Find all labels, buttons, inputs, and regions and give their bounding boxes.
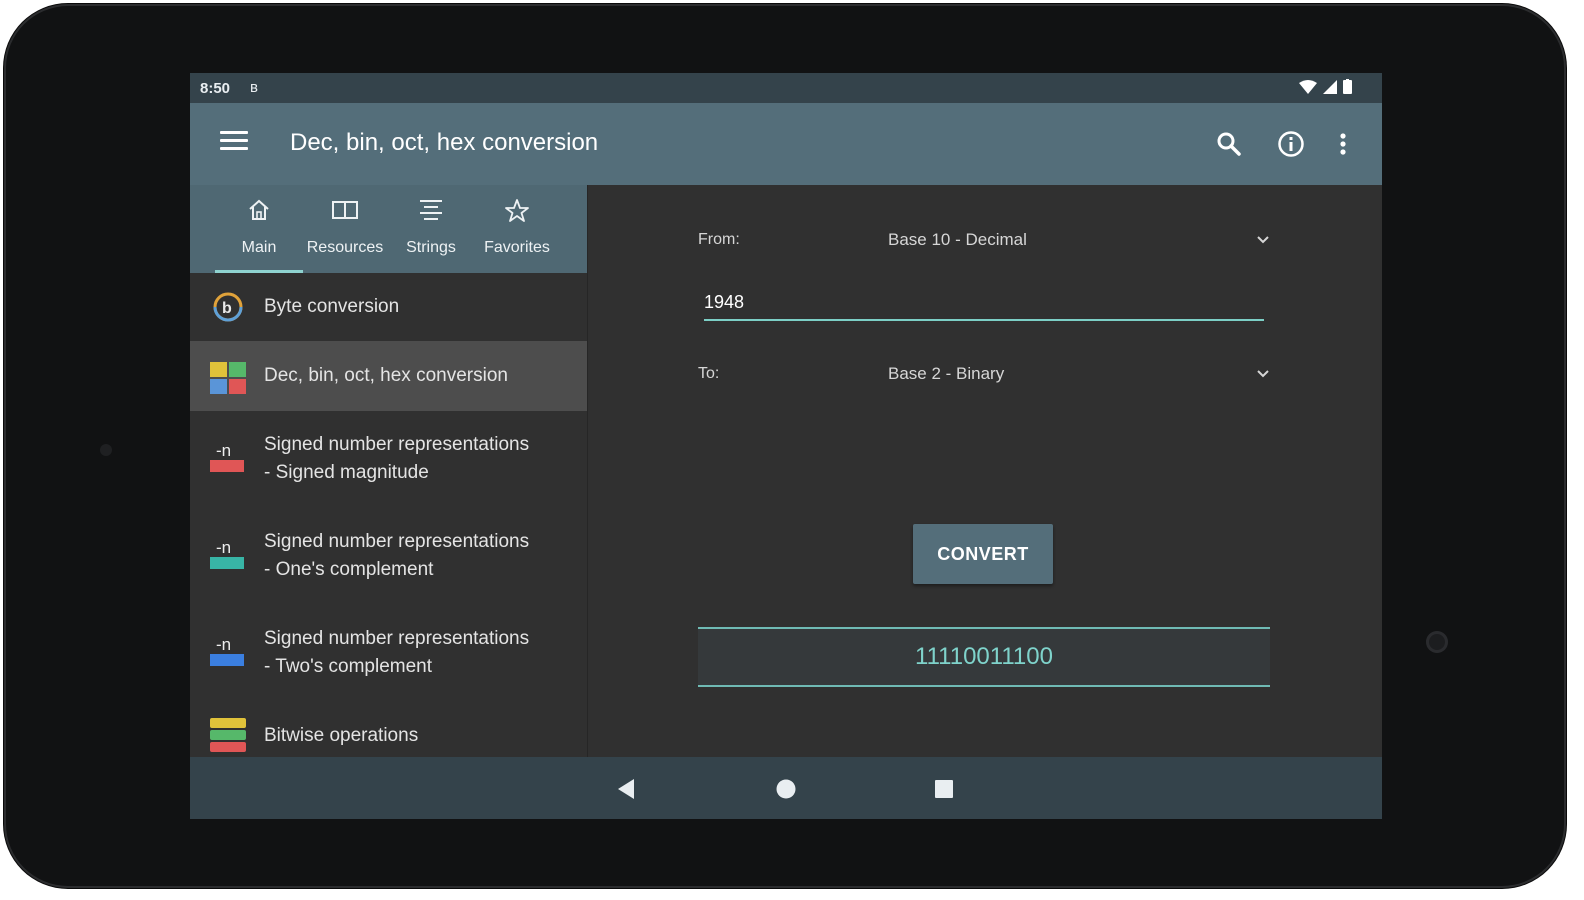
from-select[interactable]: Base 10 - Decimal: [888, 230, 1027, 250]
signal-icon: [1323, 79, 1337, 94]
list-item[interactable]: -n Signed number representations - One's…: [190, 508, 587, 605]
svg-text:-n: -n: [216, 635, 231, 654]
tab-strings[interactable]: Strings: [387, 185, 475, 273]
svg-text:-n: -n: [216, 538, 231, 557]
more-vert-icon[interactable]: [1326, 127, 1360, 161]
to-label: To:: [698, 365, 720, 382]
camera-lens: [1426, 631, 1448, 653]
speaker-dot: [100, 444, 112, 456]
list-item-label: Signed number representations: [264, 531, 530, 552]
ones-complement-icon: -n: [210, 538, 244, 569]
bitwise-icon: [210, 718, 246, 752]
tab-favorites[interactable]: Favorites: [473, 185, 561, 273]
svg-text:b: b: [222, 300, 232, 317]
tab-resources[interactable]: Resources: [301, 185, 389, 273]
list-item-label: Signed number representations: [264, 628, 530, 649]
strings-icon: [420, 200, 442, 220]
convert-button[interactable]: CONVERT: [913, 524, 1053, 584]
byte-icon: b: [213, 292, 243, 322]
from-label: From:: [698, 231, 740, 248]
battery-icon: [1343, 79, 1352, 94]
list-item[interactable]: -n Signed number representations - Signe…: [190, 411, 587, 508]
svg-text:-n: -n: [216, 441, 231, 460]
base-grid-icon: [210, 362, 246, 394]
tab-main[interactable]: Main: [215, 185, 303, 273]
list-item-label: Dec, bin, oct, hex conversion: [264, 365, 508, 386]
home-nav-icon[interactable]: [775, 778, 797, 800]
twos-complement-icon: -n: [210, 635, 244, 666]
list-item-label: Byte conversion: [264, 296, 400, 317]
wifi-icon: [1299, 79, 1317, 94]
sidebar-tabs: Main Resources Strings Favorites: [190, 185, 587, 273]
list-item-label: Bitwise operations: [264, 725, 419, 746]
star-icon: [505, 199, 529, 222]
info-icon[interactable]: [1274, 127, 1308, 161]
list-item-sublabel: - Signed magnitude: [264, 462, 429, 483]
page-title: Dec, bin, oct, hex conversion: [290, 129, 599, 156]
list-item[interactable]: Bitwise operations: [190, 702, 587, 757]
list-item-sublabel: - One's complement: [264, 559, 434, 580]
list-item[interactable]: Dec, bin, oct, hex conversion: [190, 341, 587, 411]
recents-icon[interactable]: [934, 779, 954, 799]
number-input[interactable]: [704, 285, 1264, 321]
chevron-down-icon[interactable]: [1256, 235, 1270, 245]
menu-icon[interactable]: [220, 131, 248, 155]
bluetooth-icon: ʙ: [250, 79, 258, 96]
status-bar: 8:50 ʙ: [190, 73, 1382, 103]
list-item[interactable]: -n Signed number representations - Two's…: [190, 605, 587, 702]
home-icon: [249, 199, 269, 220]
list-item-sublabel: - Two's complement: [264, 656, 433, 677]
screen: 8:50 ʙ Dec, bin, oct, hex conversion Mai…: [190, 73, 1382, 819]
tab-resources-label: Resources: [306, 239, 384, 256]
book-icon: [332, 201, 358, 219]
signed-magnitude-icon: -n: [210, 441, 244, 472]
to-select[interactable]: Base 2 - Binary: [888, 364, 1004, 384]
sidebar: Main Resources Strings Favorites b Byte …: [190, 185, 588, 757]
converter-panel: From: Base 10 - Decimal To: Base 2 - Bin…: [588, 185, 1382, 757]
list-item-label: Signed number representations: [264, 434, 530, 455]
navigation-bar: [190, 757, 1382, 819]
search-icon[interactable]: [1212, 127, 1246, 161]
back-icon[interactable]: [616, 778, 636, 800]
app-bar: Dec, bin, oct, hex conversion: [190, 103, 1382, 185]
tab-strings-label: Strings: [406, 239, 456, 256]
tab-main-label: Main: [241, 239, 277, 256]
chevron-down-icon[interactable]: [1256, 369, 1270, 379]
status-time: 8:50: [200, 80, 231, 97]
list-item[interactable]: b Byte conversion: [190, 273, 587, 341]
tab-favorites-label: Favorites: [484, 239, 550, 256]
result-output: 11110011100: [698, 627, 1270, 687]
